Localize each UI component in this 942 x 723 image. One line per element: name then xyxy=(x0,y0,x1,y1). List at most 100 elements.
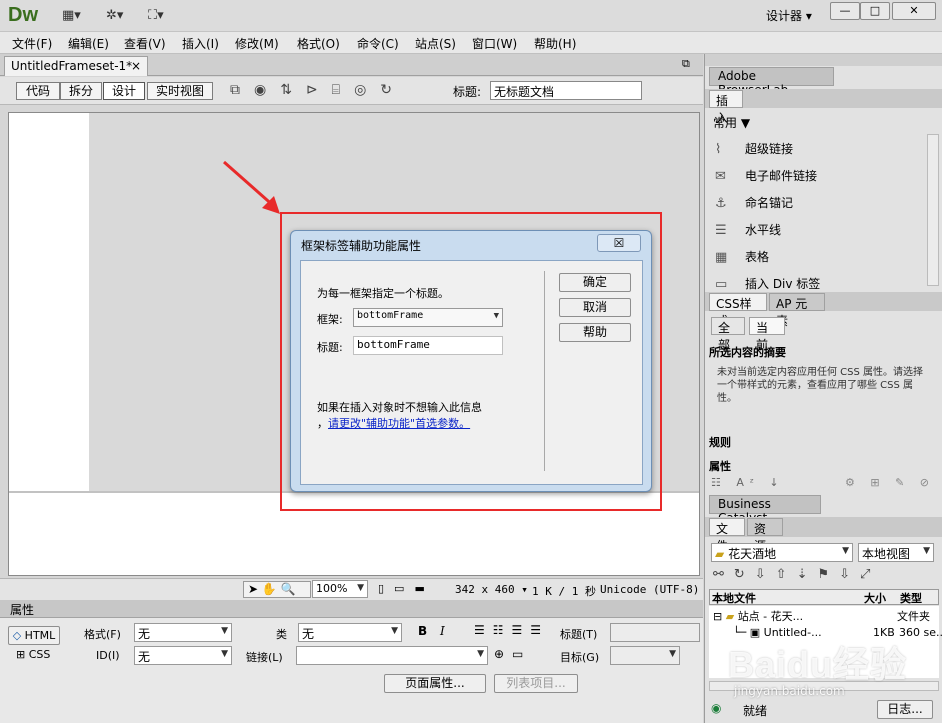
menu-site[interactable]: 站点(S) xyxy=(415,35,456,52)
layout-icon[interactable]: ▦▾ xyxy=(62,8,81,24)
business-catalyst-tab[interactable]: Business Catalyst xyxy=(709,495,821,525)
css-action-icons[interactable]: ⚙ ⊞ ✎ ⊘ ⌫ xyxy=(845,476,942,489)
annotation-arrow xyxy=(223,160,280,214)
list-indent-icons[interactable]: ☰☷☰☰ xyxy=(474,623,549,637)
format-label: 格式(F) xyxy=(84,628,121,641)
html-mode-button[interactable]: ◇ HTML xyxy=(8,626,60,645)
insert-category-select[interactable]: 常用 ▼ xyxy=(713,114,750,131)
div-icon: ▭ xyxy=(715,277,728,290)
view-select[interactable]: 本地视图 xyxy=(858,543,934,562)
code-view-button[interactable]: 代码 xyxy=(16,82,60,100)
gear-icon[interactable]: ✲▾ xyxy=(106,8,123,24)
menu-format[interactable]: 格式(O) xyxy=(297,35,340,52)
css-rules-title: 规则 xyxy=(709,436,731,449)
class-select[interactable]: 无 xyxy=(298,623,402,642)
insert-email-link[interactable]: ✉ 电子邮件链接 xyxy=(715,163,817,189)
css-current-tab[interactable]: 当前 xyxy=(749,317,785,352)
minimize-button[interactable]: — xyxy=(830,2,860,20)
link-input[interactable] xyxy=(296,646,488,665)
anchor-icon: ⚓ xyxy=(715,196,727,211)
window-size[interactable]: 342 x 460 ▾ xyxy=(455,583,528,596)
italic-button[interactable]: I xyxy=(440,624,445,638)
header-local-files: 本地文件 xyxy=(712,592,756,605)
id-select[interactable]: 无 xyxy=(134,646,232,665)
dialog-separator xyxy=(544,271,545,471)
title-input[interactable]: bottomFrame xyxy=(353,336,503,355)
document-tab-row: UntitledFrameset-1* × ⧉ xyxy=(0,54,703,76)
css-all-tab[interactable]: 全部 xyxy=(711,317,745,352)
menu-help[interactable]: 帮助(H) xyxy=(534,35,576,52)
encoding: Unicode (UTF-8) xyxy=(600,583,700,596)
select-tools[interactable]: ➤ ✋ 🔍 xyxy=(243,581,311,598)
insert-div[interactable]: ▭ 插入 Div 标签 xyxy=(715,271,820,290)
id-label: ID(I) xyxy=(96,649,120,662)
site-select[interactable]: ▰ 花天酒地 xyxy=(711,543,853,562)
menu-window[interactable]: 窗口(W) xyxy=(472,35,517,52)
css-styles-tab[interactable]: CSS样式 xyxy=(709,293,767,328)
toolbar-icon-group[interactable]: ⧉◉⇅⊳⌸◎↻ xyxy=(230,82,406,98)
title-prop-input[interactable] xyxy=(610,623,700,642)
ap-elements-tab[interactable]: AP 元素 xyxy=(769,293,825,328)
menu-insert[interactable]: 插入(I) xyxy=(182,35,219,52)
hyperlink-icon: ⌇ xyxy=(715,142,722,157)
point-to-file-icon[interactable]: ⊕ xyxy=(494,647,504,661)
table-icon: ▦ xyxy=(715,250,728,265)
properties-header[interactable]: 属性 xyxy=(0,600,703,618)
document-title-input[interactable]: 无标题文档 xyxy=(490,81,642,100)
list-item-button[interactable]: 列表项目... xyxy=(494,674,578,693)
status-globe-icon: ◉ xyxy=(711,701,722,715)
zoom-select[interactable]: 100% xyxy=(312,580,368,598)
files-toolbar-icons[interactable]: ⚯↻⇩⇧⇣⚑⇩⤢ xyxy=(713,567,880,582)
accessibility-prefs-link[interactable]: 请更改"辅助功能"首选参数。 xyxy=(328,417,470,430)
insert-table[interactable]: ▦ 表格 xyxy=(715,244,769,270)
download-size: 1 K / 1 秒 xyxy=(532,585,596,598)
menu-modify[interactable]: 修改(M) xyxy=(235,35,279,52)
tab-close-icon[interactable]: × xyxy=(131,59,141,73)
bold-button[interactable]: B xyxy=(418,624,427,638)
browse-folder-icon[interactable]: ▭ xyxy=(512,647,523,661)
title-label: 标题: xyxy=(453,85,482,99)
format-select[interactable]: 无 xyxy=(134,623,232,642)
design-view-button[interactable]: 设计 xyxy=(103,82,145,100)
insert-horizontal-rule[interactable]: ☰ 水平线 xyxy=(715,217,781,243)
dialog-body: 为每一框架指定一个标题。 框架: bottomFrame 标题: bottomF… xyxy=(300,260,643,485)
split-view-button[interactable]: 拆分 xyxy=(60,82,102,100)
browserlab-panel-tab[interactable]: Adobe BrowserLab xyxy=(709,67,834,97)
tree-site-row[interactable]: ⊟ ▰ 站点 - 花天... xyxy=(713,608,803,624)
menu-commands[interactable]: 命令(C) xyxy=(357,35,399,52)
menu-file[interactable]: 文件(F) xyxy=(12,35,52,52)
site-icon[interactable]: ⛶▾ xyxy=(148,8,164,24)
insert-hyperlink[interactable]: ⌇ 超级链接 xyxy=(715,136,793,162)
menu-view[interactable]: 查看(V) xyxy=(124,35,166,52)
help-button[interactable]: 帮助 xyxy=(559,323,631,342)
status-bar: ➤ ✋ 🔍 100% ▯▭▬ 342 x 460 ▾ 1 K / 1 秒 Uni… xyxy=(0,578,703,600)
insert-named-anchor[interactable]: ⚓ 命名锚记 xyxy=(715,190,793,216)
assets-tab[interactable]: 资源 xyxy=(747,518,783,553)
document-tab-label: UntitledFrameset-1* xyxy=(11,59,133,73)
live-view-button[interactable]: 实时视图 xyxy=(147,82,213,100)
files-ready-status: 就绪 xyxy=(743,704,768,718)
window-size-icons[interactable]: ▯▭▬ xyxy=(378,582,435,595)
page-properties-button[interactable]: 页面属性... xyxy=(384,674,486,693)
ok-button[interactable]: 确定 xyxy=(559,273,631,292)
document-tab[interactable]: UntitledFrameset-1* × xyxy=(4,56,148,76)
frame-select[interactable]: bottomFrame xyxy=(353,308,503,327)
target-select[interactable] xyxy=(610,646,680,665)
dialog-close-button[interactable]: ☒ xyxy=(597,234,641,252)
css-view-icons[interactable]: ☷ Aᶻ ↓ xyxy=(711,476,785,489)
insert-tab[interactable]: 插入 xyxy=(709,90,743,125)
dreamweaver-logo: Dw xyxy=(8,4,38,26)
css-properties-title: 属性 xyxy=(709,460,731,473)
close-button[interactable]: ✕ xyxy=(892,2,936,20)
css-mode-button[interactable]: ⊞ CSS xyxy=(16,648,50,661)
log-button[interactable]: 日志... xyxy=(877,700,933,719)
insert-scrollbar[interactable] xyxy=(927,134,939,286)
maximize-button[interactable]: □ xyxy=(860,2,890,20)
insert-panel-header: 插入 xyxy=(705,89,942,125)
workspace-switcher[interactable]: 设计器 ▾ xyxy=(766,7,812,24)
menu-edit[interactable]: 编辑(E) xyxy=(68,35,109,52)
cancel-button[interactable]: 取消 xyxy=(559,298,631,317)
restore-doc-icon[interactable]: ⧉ xyxy=(682,57,690,71)
folder-icon: ▰ xyxy=(715,547,725,561)
files-tab[interactable]: 文件 xyxy=(709,518,745,553)
